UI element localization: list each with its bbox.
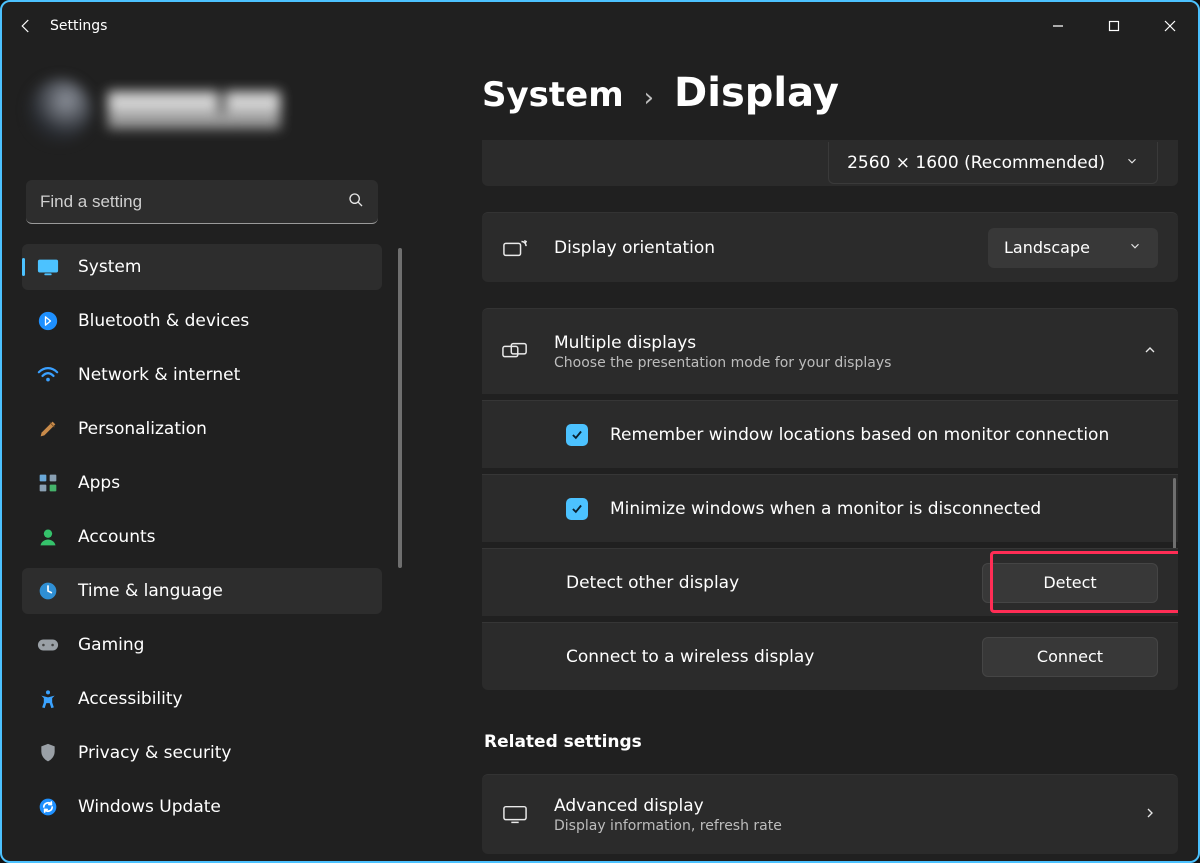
sidebar-item-bluetooth[interactable]: Bluetooth & devices xyxy=(22,298,382,344)
related-settings-heading: Related settings xyxy=(484,732,1178,752)
minimize-label: Minimize windows when a monitor is disco… xyxy=(610,499,1041,519)
minimize-button[interactable] xyxy=(1030,2,1086,50)
monitor-icon xyxy=(502,802,528,828)
maximize-icon xyxy=(1108,20,1120,32)
search-wrap xyxy=(26,180,378,224)
chevron-up-icon xyxy=(1142,342,1158,362)
paintbrush-icon xyxy=(36,417,60,441)
chevron-down-icon xyxy=(1128,238,1142,257)
wifi-icon xyxy=(36,363,60,387)
system-icon xyxy=(36,255,60,279)
sidebar-item-label: Privacy & security xyxy=(78,743,232,763)
bluetooth-icon xyxy=(36,309,60,333)
accessibility-icon xyxy=(36,687,60,711)
advanced-display-title: Advanced display xyxy=(554,796,782,816)
close-button[interactable] xyxy=(1142,2,1198,50)
connect-button[interactable]: Connect xyxy=(982,637,1158,677)
sidebar-item-label: Accounts xyxy=(78,527,156,547)
maximize-button[interactable] xyxy=(1086,2,1142,50)
advanced-display-subtitle: Display information, refresh rate xyxy=(554,818,782,834)
sidebar-item-label: Apps xyxy=(78,473,120,493)
settings-window: Settings ████████ ████ ████████████████ xyxy=(0,0,1200,863)
nav-scrollbar-thumb[interactable] xyxy=(398,248,402,568)
checkbox-checked-icon[interactable] xyxy=(566,498,588,520)
sidebar-item-apps[interactable]: Apps xyxy=(22,460,382,506)
titlebar: Settings xyxy=(2,2,1198,50)
advanced-display-row[interactable]: Advanced display Display information, re… xyxy=(482,774,1178,854)
profile-text: ████████ ████ ████████████████ xyxy=(108,92,280,129)
multiple-displays-expander[interactable]: Multiple displays Choose the presentatio… xyxy=(482,308,1178,394)
sidebar-item-windows-update[interactable]: Windows Update xyxy=(22,784,382,830)
sidebar-item-label: Windows Update xyxy=(78,797,221,817)
shield-icon xyxy=(36,741,60,765)
chevron-right-icon xyxy=(1142,805,1158,825)
minimize-icon xyxy=(1052,20,1064,32)
orientation-icon xyxy=(502,235,528,261)
detect-other-display-row: Detect other display Detect xyxy=(482,548,1178,616)
resolution-value: 2560 × 1600 (Recommended) xyxy=(847,153,1105,173)
window-controls xyxy=(1030,2,1198,50)
detect-button-label: Detect xyxy=(1043,573,1096,592)
sidebar-item-privacy[interactable]: Privacy & security xyxy=(22,730,382,776)
search-input[interactable] xyxy=(26,180,378,224)
display-orientation-row: Display orientation Landscape xyxy=(482,212,1178,282)
resolution-select[interactable]: 2560 × 1600 (Recommended) xyxy=(828,142,1158,184)
wireless-label: Connect to a wireless display xyxy=(566,647,814,667)
gamepad-icon xyxy=(36,633,60,657)
close-icon xyxy=(1164,20,1176,32)
sidebar-item-personalization[interactable]: Personalization xyxy=(22,406,382,452)
sidebar-item-label: Time & language xyxy=(78,581,223,601)
sidebar-item-label: Accessibility xyxy=(78,689,183,709)
navigation-pane: ████████ ████ ████████████████ System xyxy=(2,58,402,861)
sidebar-item-label: Bluetooth & devices xyxy=(78,311,249,331)
app-title: Settings xyxy=(50,18,107,34)
sidebar-item-label: Network & internet xyxy=(78,365,240,385)
content-area: System › Display 2560 × 1600 (Recommende… xyxy=(482,58,1178,861)
connect-wireless-display-row: Connect to a wireless display Connect xyxy=(482,622,1178,690)
detect-button[interactable]: Detect xyxy=(982,563,1158,603)
orientation-select[interactable]: Landscape xyxy=(988,228,1158,268)
breadcrumb-system[interactable]: System xyxy=(482,75,624,115)
orientation-label: Display orientation xyxy=(554,238,715,258)
minimize-on-disconnect-row[interactable]: Minimize windows when a monitor is disco… xyxy=(482,474,1178,542)
avatar xyxy=(28,78,92,142)
checkbox-checked-icon[interactable] xyxy=(566,424,588,446)
remember-window-locations-row[interactable]: Remember window locations based on monit… xyxy=(482,400,1178,468)
sidebar-item-time-language[interactable]: Time & language xyxy=(22,568,382,614)
clock-globe-icon xyxy=(36,579,60,603)
display-resolution-row: 2560 × 1600 (Recommended) xyxy=(482,140,1178,186)
multiple-displays-subtitle: Choose the presentation mode for your di… xyxy=(554,355,891,371)
sidebar-item-accessibility[interactable]: Accessibility xyxy=(22,676,382,722)
sidebar-item-label: System xyxy=(78,257,141,277)
chevron-down-icon xyxy=(1125,153,1139,172)
nav-list: System Bluetooth & devices Network & int… xyxy=(22,244,382,830)
sidebar-item-system[interactable]: System xyxy=(22,244,382,290)
connect-button-label: Connect xyxy=(1037,647,1103,666)
sidebar-item-network[interactable]: Network & internet xyxy=(22,352,382,398)
selection-indicator xyxy=(22,258,25,276)
breadcrumb: System › Display xyxy=(482,58,1178,146)
remember-label: Remember window locations based on monit… xyxy=(610,425,1109,445)
sidebar-item-gaming[interactable]: Gaming xyxy=(22,622,382,668)
multiple-displays-icon xyxy=(502,339,528,365)
settings-list: 2560 × 1600 (Recommended) Display orient… xyxy=(482,146,1178,861)
chevron-right-icon: › xyxy=(644,83,654,113)
update-icon xyxy=(36,795,60,819)
sidebar-item-label: Personalization xyxy=(78,419,207,439)
back-arrow-icon xyxy=(17,17,35,35)
person-icon xyxy=(36,525,60,549)
search-icon xyxy=(348,192,364,212)
sidebar-item-label: Gaming xyxy=(78,635,144,655)
apps-icon xyxy=(36,471,60,495)
profile-block[interactable]: ████████ ████ ████████████████ xyxy=(22,58,382,152)
breadcrumb-display: Display xyxy=(674,70,839,116)
multiple-displays-title: Multiple displays xyxy=(554,333,891,353)
back-button[interactable] xyxy=(2,2,50,50)
orientation-value: Landscape xyxy=(1004,238,1090,257)
sidebar-item-accounts[interactable]: Accounts xyxy=(22,514,382,560)
detect-label: Detect other display xyxy=(566,573,739,593)
